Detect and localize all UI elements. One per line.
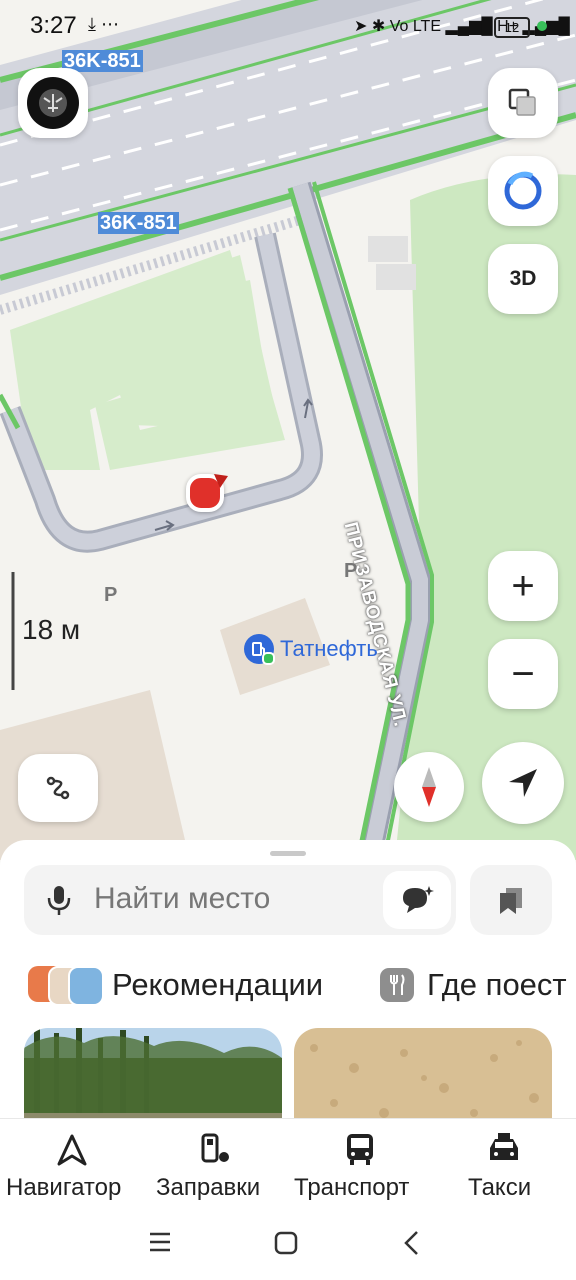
layers-icon <box>508 88 536 116</box>
chip-where-to-eat[interactable]: Где поест <box>427 967 567 1003</box>
alice-icon <box>504 171 542 210</box>
map-view[interactable]: 36K-851 36K-851 ПРИЗАВОДСКАЯ УЛ. P P Тат… <box>0 0 576 860</box>
bus-icon <box>347 1134 373 1165</box>
recommendation-card-forest[interactable] <box>24 1028 282 1128</box>
ai-chat-button[interactable] <box>383 871 451 929</box>
alice-assistant-button[interactable] <box>488 156 558 226</box>
status-bar: 3:27 ⤓ ⋯ ➤ ✱ Vo LTE ▂▄▆█ H+ ▂▄▆█ 12 <box>0 0 576 52</box>
recent-apps-icon[interactable] <box>148 1231 172 1253</box>
tab-transport[interactable]: Транспорт <box>294 1174 409 1202</box>
compass-icon <box>422 767 436 807</box>
chat-sparkle-icon <box>403 886 434 913</box>
microphone-icon[interactable] <box>46 884 72 916</box>
parking-marker[interactable]: P <box>344 560 357 583</box>
map-scale-label: 18 м <box>22 614 81 645</box>
recommendation-card-sand[interactable] <box>294 1028 552 1128</box>
tab-fuel[interactable]: Заправки <box>156 1174 260 1202</box>
battery-icon: 12 <box>494 17 530 38</box>
3d-toggle-button[interactable]: 3D <box>488 244 558 314</box>
sand-image <box>294 1028 552 1128</box>
taxi-icon <box>490 1133 518 1160</box>
heading-arrow-icon <box>214 474 228 488</box>
search-input[interactable]: Найти место <box>94 882 270 916</box>
fuel-station-icon[interactable] <box>244 634 275 665</box>
zoom-out-button[interactable]: − <box>488 639 558 709</box>
tab-taxi[interactable]: Такси <box>468 1174 531 1202</box>
zoom-in-button[interactable]: + <box>488 551 558 621</box>
back-icon[interactable] <box>402 1230 420 1256</box>
recommendations-chip-icon <box>28 966 104 1006</box>
fork-knife-icon <box>380 968 414 1002</box>
forest-image <box>24 1028 282 1128</box>
navigator-icon <box>57 1134 87 1166</box>
bookmarks-button[interactable] <box>470 865 552 935</box>
status-notification-icons: ⤓ ⋯ <box>88 14 119 34</box>
location-arrow-icon <box>509 769 537 797</box>
road-label: 36K-851 <box>98 212 179 234</box>
chip-recommendations[interactable]: Рекомендации <box>112 967 323 1003</box>
poi-label[interactable]: Татнефть <box>280 636 378 662</box>
bookmark-icon <box>500 888 522 914</box>
parking-marker[interactable]: P <box>104 584 117 607</box>
route-button[interactable] <box>18 754 98 822</box>
sheet-drag-handle[interactable] <box>270 851 306 856</box>
my-location-button[interactable] <box>482 742 564 824</box>
avatar <box>27 77 79 129</box>
route-icon <box>46 776 70 800</box>
map-layers-button[interactable] <box>488 68 558 138</box>
fuel-icon <box>201 1133 229 1163</box>
tab-navigator[interactable]: Навигатор <box>6 1174 121 1202</box>
compass-button[interactable] <box>394 752 464 822</box>
status-time: 3:27 <box>30 12 77 39</box>
home-icon[interactable] <box>274 1231 298 1255</box>
profile-avatar-button[interactable] <box>18 68 88 138</box>
status-dot-icon <box>537 21 547 31</box>
